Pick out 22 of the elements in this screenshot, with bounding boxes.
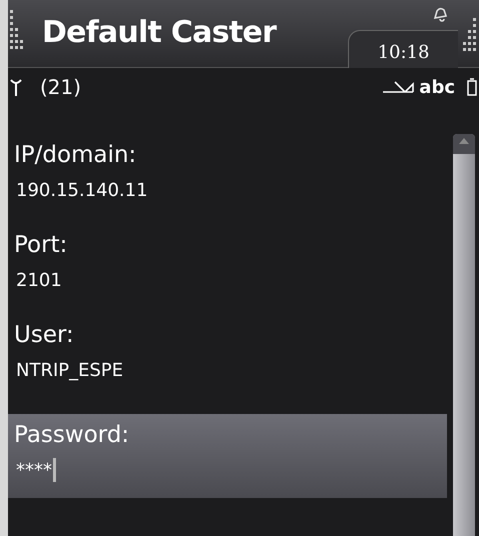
text-cursor [53,458,56,482]
clock: 10:18 [378,41,430,65]
field-label: User: [14,321,75,350]
scroll-up-icon[interactable] [459,138,469,144]
window-title: Default Caster [42,18,276,48]
field-label: Password: [14,421,130,450]
field-label: Port: [14,231,68,260]
form-row[interactable]: User: NTRIP_ESPE [8,318,447,408]
field-value[interactable]: NTRIP_ESPE [16,356,124,384]
form-row[interactable]: IP/domain: 190.15.140.11 [8,138,447,228]
field-value[interactable]: **** [16,456,52,484]
field-label: IP/domain: [14,141,138,170]
field-value[interactable]: 190.15.140.11 [16,176,148,204]
form-row[interactable]: Port: 2101 [8,228,447,318]
bell-icon [432,6,448,22]
antenna-icon [10,78,22,96]
highlighted-row[interactable]: Password: **** [8,414,447,498]
battery-icon [467,78,477,96]
field-value[interactable]: 2101 [16,266,62,294]
input-mode: abc [419,76,455,100]
signal-count: (21) [40,74,82,101]
pen-icon [381,80,416,94]
